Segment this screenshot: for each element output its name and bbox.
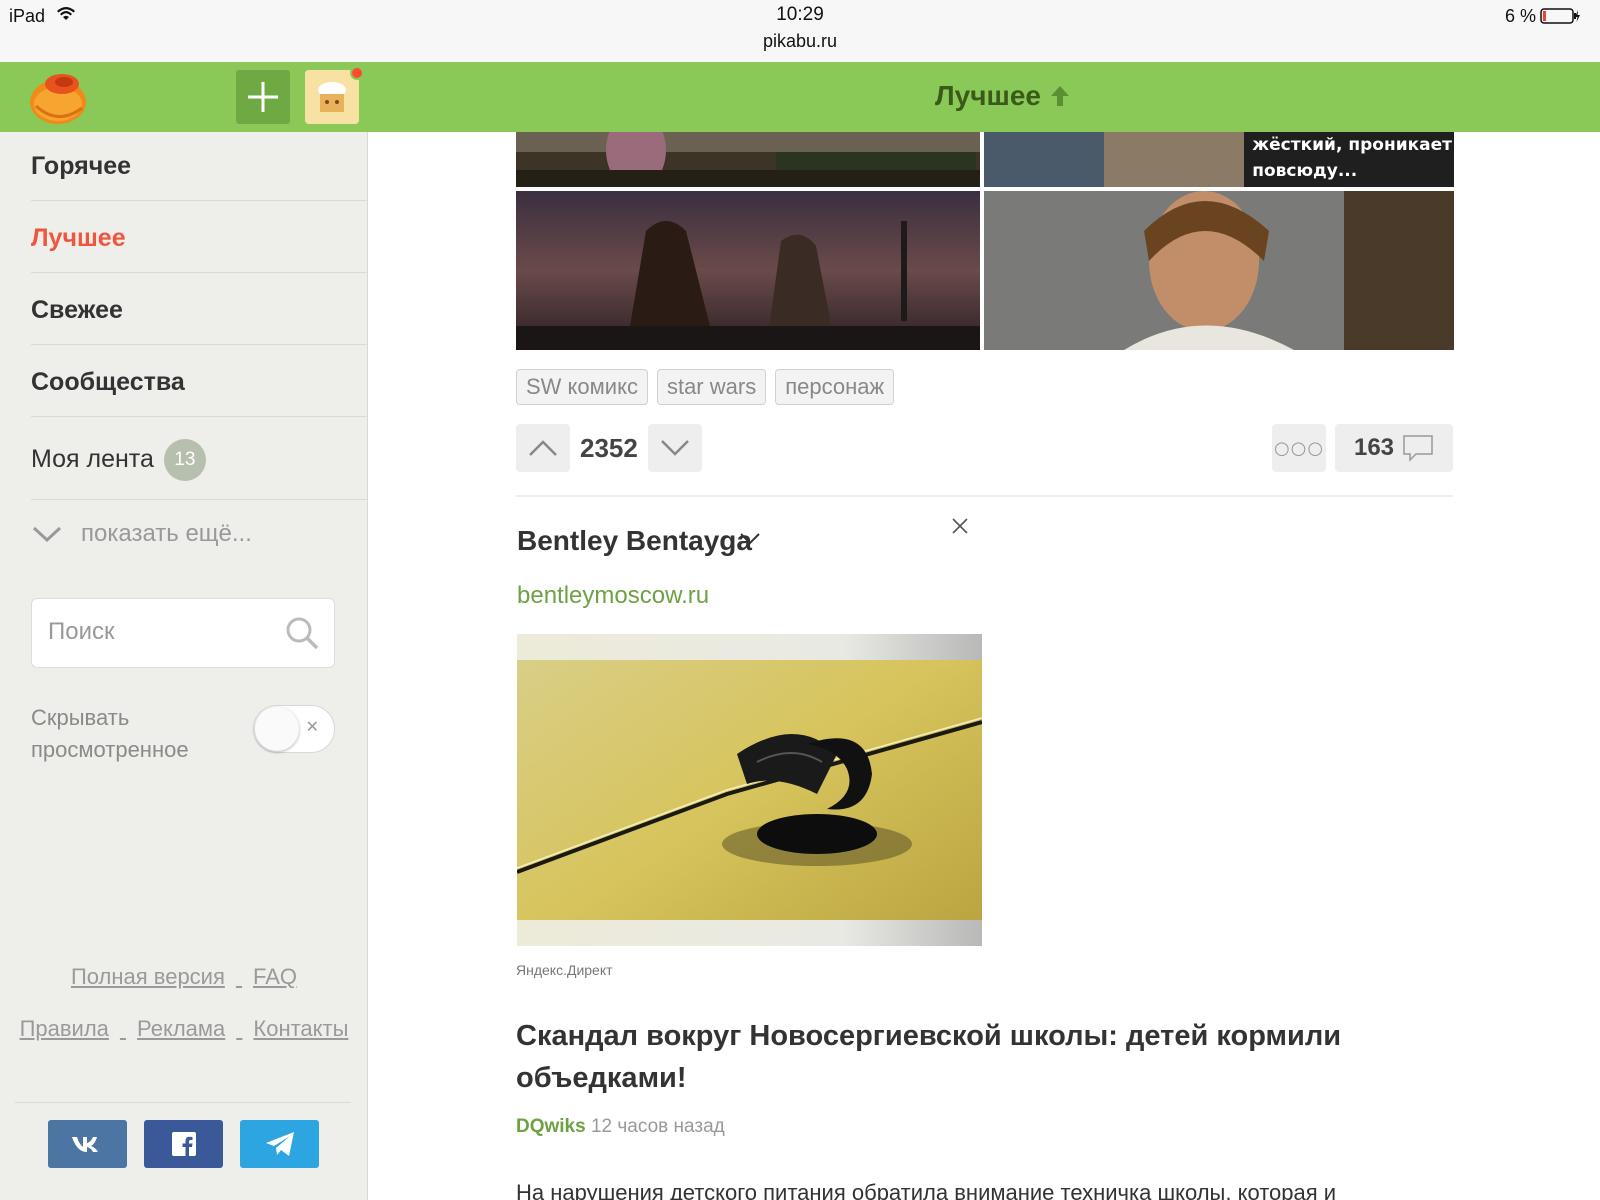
close-icon: ✕ bbox=[305, 717, 319, 736]
ad-title[interactable]: Bentley Bentayga bbox=[517, 525, 752, 557]
chevron-down-icon[interactable] bbox=[738, 526, 762, 550]
search-box bbox=[31, 598, 335, 668]
show-more-label: показать ещё... bbox=[81, 520, 252, 547]
comic-caption: жёсткий, проникает повсюду... bbox=[1252, 132, 1452, 184]
post-time: 12 часов назад bbox=[590, 1116, 725, 1137]
faq-link[interactable]: FAQ bbox=[253, 964, 297, 989]
ad-image-art bbox=[516, 634, 983, 946]
main-content: жёсткий, проникает повсюду... SW комикс … bbox=[368, 132, 1600, 1200]
sidebar-item-fresh[interactable]: Свежее bbox=[31, 276, 368, 345]
footer-links-row-1: Полная версия FAQ bbox=[0, 964, 368, 990]
rules-link[interactable]: Правила bbox=[20, 1016, 109, 1041]
comments-count: 163 bbox=[1353, 434, 1395, 461]
full-version-link[interactable]: Полная версия bbox=[71, 964, 225, 989]
telegram-icon bbox=[265, 1132, 294, 1156]
arrow-up-icon bbox=[1050, 86, 1069, 106]
toggle-knob bbox=[255, 707, 299, 751]
downvote-button[interactable] bbox=[648, 424, 702, 472]
chevron-down-icon bbox=[32, 526, 62, 543]
comment-bubble-icon bbox=[1403, 435, 1433, 462]
vk-button[interactable] bbox=[48, 1120, 127, 1168]
show-more-toggle[interactable]: показать ещё... bbox=[31, 520, 252, 548]
hide-viewed-label: Скрывать просмотренное bbox=[31, 705, 189, 762]
pikabu-logo-icon[interactable] bbox=[28, 68, 90, 126]
search-icon[interactable] bbox=[285, 616, 319, 650]
comic-image-1[interactable] bbox=[516, 132, 980, 187]
notification-dot bbox=[350, 66, 364, 80]
top-bar: Лучшее bbox=[0, 62, 1600, 132]
comic-image-1-art bbox=[516, 132, 980, 187]
comic-image-2[interactable]: жёсткий, проникает повсюду... bbox=[984, 132, 1454, 187]
more-dots-icon: ○○○ bbox=[1273, 437, 1325, 459]
close-icon[interactable] bbox=[951, 517, 969, 535]
status-bar: iPad 10:29 pikabu.ru 6 % bbox=[0, 0, 1600, 62]
sidebar: Горячее Лучшее Свежее Сообщества Моя лен… bbox=[0, 132, 368, 1200]
tag[interactable]: SW комикс bbox=[516, 369, 648, 405]
ad-source-label[interactable]: Яндекс.Директ bbox=[516, 962, 613, 978]
comic-image-4[interactable] bbox=[984, 191, 1454, 350]
post-rating: 2352 bbox=[580, 433, 638, 463]
post-title[interactable]: Скандал вокруг Новосергиевской школы: де… bbox=[516, 1015, 1376, 1099]
ad-image[interactable] bbox=[516, 634, 983, 946]
facebook-icon bbox=[171, 1132, 196, 1156]
comic-image-3-art bbox=[516, 191, 980, 350]
my-feed-count-badge: 13 bbox=[163, 438, 206, 481]
advertising-link[interactable]: Реклама bbox=[137, 1016, 225, 1041]
upvote-button[interactable] bbox=[516, 424, 570, 472]
ad-url-link[interactable]: bentleymoscow.ru bbox=[517, 582, 709, 610]
profile-avatar[interactable] bbox=[305, 66, 364, 124]
divider bbox=[516, 495, 1453, 497]
avatar-image-icon bbox=[305, 70, 359, 124]
sidebar-item-hot[interactable]: Горячее bbox=[31, 132, 368, 201]
sidebar-item-communities[interactable]: Сообщества bbox=[31, 348, 368, 417]
sidebar-item-my-feed[interactable]: Моя лента 13 bbox=[31, 420, 368, 500]
comic-caption-line-2: повсюду... bbox=[1252, 161, 1358, 181]
facebook-button[interactable] bbox=[144, 1120, 223, 1168]
more-options-button[interactable]: ○○○ bbox=[1272, 424, 1326, 472]
address-url[interactable]: pikabu.ru bbox=[0, 31, 1600, 52]
tag[interactable]: персонаж bbox=[775, 369, 895, 405]
battery-percent: 6 % bbox=[1504, 6, 1536, 26]
page-title[interactable]: Лучшее bbox=[935, 80, 1071, 112]
my-feed-label: Моя лента bbox=[31, 445, 154, 473]
clock: 10:29 bbox=[776, 4, 824, 25]
battery-icon bbox=[1540, 8, 1580, 24]
post-author-link[interactable]: DQwiks bbox=[516, 1116, 586, 1137]
search-input[interactable] bbox=[48, 599, 278, 665]
telegram-button[interactable] bbox=[240, 1120, 319, 1168]
contacts-link[interactable]: Контакты bbox=[253, 1016, 348, 1041]
tag[interactable]: star wars bbox=[656, 369, 767, 405]
post-body-text: На нарушения детского питания обратила в… bbox=[516, 1180, 1337, 1200]
divider bbox=[15, 1102, 351, 1103]
footer-links-row-2: Правила Реклама Контакты bbox=[0, 1016, 368, 1042]
hide-viewed-toggle[interactable]: ✕ bbox=[253, 705, 335, 753]
comic-image-4-art bbox=[984, 191, 1454, 350]
post-meta: DQwiks 12 часов назад bbox=[516, 1116, 725, 1138]
page-title-text: Лучшее bbox=[935, 80, 1041, 111]
sidebar-item-best[interactable]: Лучшее bbox=[31, 204, 368, 273]
chevron-up-icon bbox=[529, 440, 557, 456]
comic-caption-line-1: жёсткий, проникает bbox=[1252, 135, 1452, 155]
plus-icon bbox=[248, 82, 278, 112]
comments-button[interactable]: 163 bbox=[1335, 424, 1453, 472]
tag-list: SW комикс star wars персонаж bbox=[516, 369, 895, 405]
comic-image-3[interactable] bbox=[516, 191, 980, 350]
vk-icon bbox=[71, 1137, 98, 1152]
chevron-down-icon bbox=[661, 440, 689, 456]
add-post-button[interactable] bbox=[236, 70, 290, 124]
